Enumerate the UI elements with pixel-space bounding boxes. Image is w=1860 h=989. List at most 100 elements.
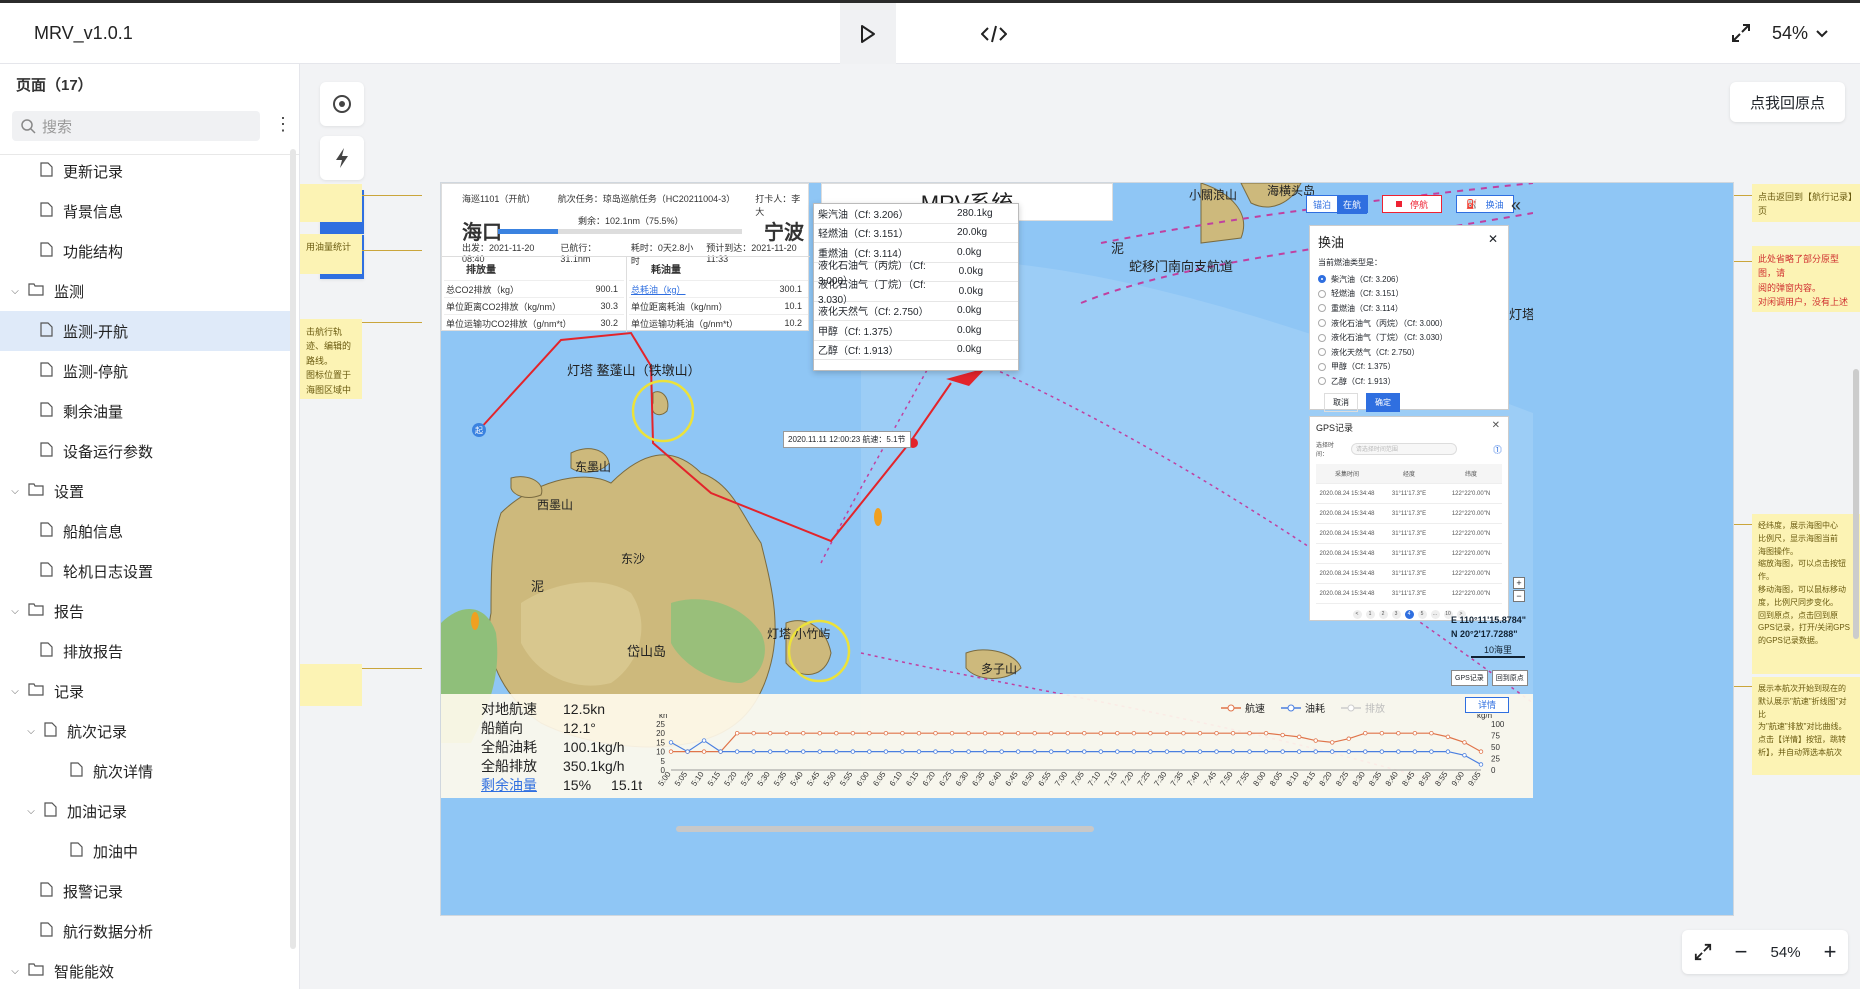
fuel-type-radio[interactable]: 液化石油气（丁烷）（Cf: 3.030）	[1318, 330, 1500, 345]
fuel-type-radio[interactable]: 液化天然气（Cf: 2.750）	[1318, 345, 1500, 360]
page-button[interactable]: 1	[1365, 610, 1375, 619]
chevron-down-icon[interactable]: ⌵	[8, 286, 22, 297]
zoom-out-button[interactable]: −	[1735, 939, 1748, 965]
chevron-down-icon[interactable]: ⌵	[24, 726, 38, 737]
chevron-down-icon[interactable]: ⌵	[8, 686, 22, 697]
sidebar-item[interactable]: ⌵ 监测	[0, 271, 290, 311]
close-icon[interactable]: ✕	[1492, 420, 1500, 431]
data-point	[1346, 749, 1351, 754]
download-icon[interactable]: ⓵	[1493, 443, 1502, 456]
canvas-vertical-scrollbar[interactable]	[1853, 369, 1859, 639]
chevron-down-icon[interactable]: ⌵	[8, 486, 22, 497]
fullscreen-button[interactable]	[1725, 17, 1757, 49]
underway-option[interactable]: 在航	[1337, 194, 1368, 214]
fuel-type-radio[interactable]: 液化石油气（丙烷）（Cf: 3.000）	[1318, 316, 1500, 331]
page-button[interactable]: 4	[1404, 610, 1414, 619]
zoom-select[interactable]: 54%	[1772, 23, 1828, 44]
sidebar-item[interactable]: ⌵ 航次记录	[0, 711, 290, 751]
page-button[interactable]: ...	[1430, 610, 1440, 619]
sidebar-item[interactable]: ⌵ 智能能效	[0, 951, 290, 989]
sidebar-item[interactable]: 轮机日志设置	[0, 551, 290, 591]
map-zoom-out-button[interactable]: −	[1513, 590, 1525, 602]
fuel-type-radio[interactable]: 乙醇（Cf: 1.913）	[1318, 374, 1500, 389]
stat-label: 单位运输功耗油（g/nm*t）	[631, 318, 739, 329]
sidebar-item[interactable]: 航次详情	[0, 751, 290, 791]
fuel-value: 280.1kg	[957, 207, 993, 219]
sidebar-item[interactable]: ⌵ 加油记录	[0, 791, 290, 831]
sidebar-scrollbar[interactable]	[290, 149, 296, 949]
sidebar-item[interactable]: 功能结构	[0, 231, 290, 271]
page-button[interactable]: 5	[1417, 610, 1427, 619]
target-tool-button[interactable]	[320, 82, 364, 126]
legend-emission[interactable]: 排放	[1341, 700, 1385, 715]
sidebar-item[interactable]: 剩余油量	[0, 391, 290, 431]
sidebar-item[interactable]: ⌵ 记录	[0, 671, 290, 711]
map-zoom-in-button[interactable]: +	[1513, 577, 1525, 589]
pages-sidebar: 页面（17） 搜索 ⋮ 更新记录 背景信息 功能结构 ⌵ 监测 监测-开航 监测-停航 剩余油…	[0, 64, 300, 989]
remaining-oil-link[interactable]: 剩余油量	[481, 776, 543, 795]
legend-fuel[interactable]: 油耗	[1281, 700, 1325, 715]
chevron-down-icon[interactable]: ⌵	[8, 606, 22, 617]
x-tick: 6:00	[855, 770, 872, 788]
legend-speed[interactable]: 航速	[1221, 700, 1265, 715]
code-view-button[interactable]	[970, 3, 1018, 64]
interaction-tool-button[interactable]	[320, 136, 364, 180]
data-point	[784, 731, 789, 736]
sidebar-item[interactable]: 排放报告	[0, 631, 290, 671]
more-options-icon[interactable]: ⋮	[274, 114, 292, 135]
search-input[interactable]: 搜索	[12, 111, 260, 141]
x-tick: 6:15	[904, 770, 921, 788]
data-point	[1412, 731, 1418, 736]
x-tick: 6:10	[888, 770, 905, 788]
collapse-panel-icon[interactable]: «	[1511, 195, 1521, 216]
back-to-origin-button[interactable]: 回到原点	[1491, 670, 1528, 686]
detail-button[interactable]: 详情	[1465, 697, 1509, 713]
chevron-down-icon[interactable]: ⌵	[8, 966, 22, 977]
code-icon	[981, 25, 1007, 42]
data-point	[1313, 738, 1318, 743]
return-origin-button[interactable]: 点我回原点	[1730, 82, 1845, 122]
cancel-button[interactable]: 取消	[1324, 392, 1358, 412]
x-tick: 5:20	[722, 770, 739, 788]
fuel-type-radio[interactable]: 甲醇（Cf: 1.375）	[1318, 360, 1500, 375]
sidebar-item[interactable]: 船舶信息	[0, 511, 290, 551]
sidebar-item[interactable]: 监测-开航	[0, 311, 290, 351]
sidebar-item[interactable]: 背景信息	[0, 191, 290, 231]
sidebar-item-label: 排放报告	[63, 643, 124, 661]
preview-play-button[interactable]	[840, 3, 896, 64]
close-icon[interactable]: ✕	[1488, 232, 1498, 246]
page-button[interactable]: <	[1352, 610, 1362, 619]
sidebar-item[interactable]: ⌵ 报告	[0, 591, 290, 631]
series-line-油耗	[670, 739, 1482, 766]
fit-screen-icon[interactable]	[1694, 943, 1712, 961]
fuel-type-radio[interactable]: 柴汽油（Cf: 3.206）	[1318, 272, 1500, 287]
canvas-horizontal-scrollbar[interactable]	[676, 826, 1094, 832]
x-tick: 7:05	[1070, 770, 1087, 788]
sidebar-item[interactable]: 加油中	[0, 831, 290, 871]
confirm-button[interactable]: 确定	[1366, 392, 1400, 412]
gps-record-button[interactable]: GPS记录	[1451, 670, 1488, 686]
data-point	[1082, 749, 1087, 754]
stop-voyage-button[interactable]: 停航	[1382, 195, 1443, 213]
page-button[interactable]: 3	[1391, 610, 1401, 619]
gps-time-range-input[interactable]: 请选择时间范围	[1350, 443, 1457, 455]
sidebar-item[interactable]: 更新记录	[0, 151, 290, 191]
zoom-in-button[interactable]: +	[1824, 939, 1837, 965]
legend-speed-swatch	[1221, 704, 1241, 711]
stat-label[interactable]: 总耗油（kg）	[631, 283, 686, 296]
sidebar-item-label: 航次记录	[67, 723, 128, 741]
design-canvas[interactable]: 点我回原点 用油量统计 击航行轨迹、编辑的路线。 图标位置于海图区域中心，船头 …	[300, 64, 1860, 989]
fuel-type-radio[interactable]: 重燃油（Cf: 3.114）	[1318, 301, 1500, 316]
page-button[interactable]: 2	[1378, 610, 1388, 619]
chevron-down-icon[interactable]: ⌵	[24, 806, 38, 817]
sidebar-item[interactable]: 设备运行参数	[0, 431, 290, 471]
sidebar-item[interactable]: 报警记录	[0, 871, 290, 911]
data-point	[883, 749, 889, 754]
sidebar-item[interactable]: 监测-停航	[0, 351, 290, 391]
swap-fuel-button[interactable]: ⛽ 换油	[1456, 195, 1515, 213]
anchor-option[interactable]: 锚泊	[1307, 195, 1337, 214]
sidebar-item[interactable]: 航行数据分析	[0, 911, 290, 951]
sidebar-item[interactable]: ⌵ 设置	[0, 471, 290, 511]
nav-status-toggle[interactable]: 锚泊 在航	[1306, 194, 1369, 214]
fuel-type-radio[interactable]: 轻燃油（Cf: 3.151）	[1318, 287, 1500, 302]
